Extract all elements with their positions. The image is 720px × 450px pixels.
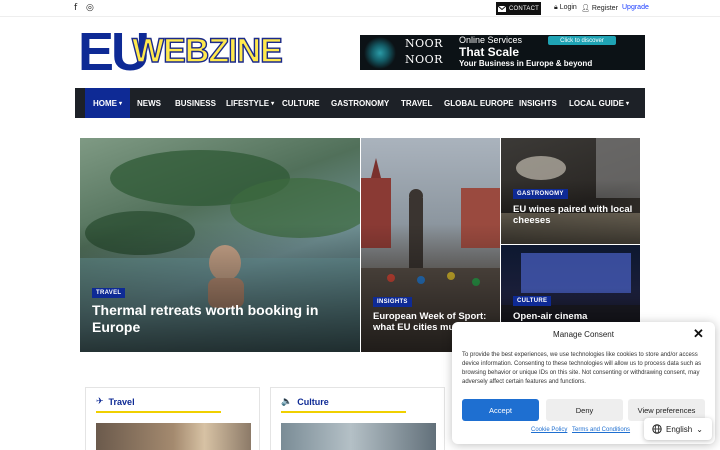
card-title-label: Culture <box>297 397 329 407</box>
terms-link[interactable]: Terms and Conditions <box>572 427 630 433</box>
ad-cta-button[interactable]: Click to discover <box>548 36 616 45</box>
nav-global-europe[interactable]: GLOBAL EUROPE <box>444 88 514 118</box>
lock-icon: 🔒︎ <box>554 4 558 11</box>
consent-title: Manage Consent <box>553 330 614 339</box>
globe-icon <box>652 424 662 434</box>
nav-insights[interactable]: INSIGHTS <box>519 88 557 118</box>
ad-artwork <box>360 35 402 70</box>
nav-label: LOCAL GUIDE <box>569 98 624 108</box>
language-label: English <box>666 424 693 434</box>
nav-label: GASTRONOMY <box>331 98 390 108</box>
login-label: Login <box>559 4 577 11</box>
nav-label: CULTURE <box>282 98 320 108</box>
nav-travel[interactable]: TRAVEL <box>401 88 432 118</box>
logo-webzine: WEBZINE <box>131 32 283 70</box>
category-badge[interactable]: INSIGHTS <box>373 297 412 307</box>
hero-main-tile[interactable]: TRAVEL Thermal retreats worth booking in… <box>80 138 360 352</box>
nav-label: TRAVEL <box>401 98 433 108</box>
nav-label: HOME <box>93 98 117 108</box>
ad-brand-line1: NOOR <box>405 37 443 50</box>
nav-culture[interactable]: CULTURE <box>282 88 320 118</box>
nav-label: BUSINESS <box>175 98 216 108</box>
nav-label: NEWS <box>137 98 161 108</box>
nav-home[interactable]: HOME ▾ <box>85 88 131 118</box>
nav-lifestyle[interactable]: LIFESTYLE ▾ <box>226 88 274 118</box>
mail-icon <box>498 5 507 12</box>
card-underline <box>281 411 406 413</box>
nav-news[interactable]: NEWS <box>137 88 161 118</box>
card-title[interactable]: 🔈 Culture <box>281 397 329 407</box>
nav-label: LIFESTYLE <box>226 98 270 108</box>
card-image[interactable] <box>96 423 251 450</box>
hero-bottom-right-headline[interactable]: Open-air cinema <box>513 311 635 322</box>
ad-line2: That Scale <box>459 45 520 59</box>
user-icon: 👤︎ <box>581 5 590 12</box>
card-underline <box>96 411 221 413</box>
hero-top-right-headline[interactable]: EU wines paired with local cheeses <box>513 204 635 227</box>
category-badge[interactable]: TRAVEL <box>92 288 126 298</box>
section-card-culture: 🔈 Culture <box>270 387 445 450</box>
nav-label: GLOBAL EUROPE <box>444 98 514 108</box>
facebook-icon[interactable]: f <box>74 3 77 13</box>
contact-label: CONTACT <box>509 5 539 12</box>
upgrade-link[interactable]: Upgrade <box>622 4 649 11</box>
card-image[interactable] <box>281 423 436 450</box>
login-link[interactable]: 🔒︎ Login <box>554 4 577 12</box>
deny-button[interactable]: Deny <box>546 399 623 421</box>
register-link[interactable]: 👤︎ Register <box>581 4 618 12</box>
card-title[interactable]: ✈ Travel <box>96 397 135 407</box>
instagram-icon[interactable]: ◎ <box>86 3 94 13</box>
ad-line3: Your Business in Europe & beyond <box>459 59 593 68</box>
accept-button[interactable]: Accept <box>462 399 539 421</box>
register-label: Register <box>591 5 618 12</box>
speaker-icon: 🔈 <box>281 397 293 407</box>
hero-middle-tile[interactable]: INSIGHTS European Week of Sport: what EU… <box>361 138 500 352</box>
hero-top-right-tile[interactable]: GASTRONOMY EU wines paired with local ch… <box>501 138 640 244</box>
category-badge[interactable]: CULTURE <box>513 296 552 306</box>
chevron-down-icon: ▾ <box>119 100 123 107</box>
contact-button[interactable]: CONTACT <box>496 2 541 15</box>
close-icon[interactable]: ✕ <box>693 326 704 342</box>
ad-brand-line2: NOOR <box>405 53 443 66</box>
category-badge[interactable]: GASTRONOMY <box>513 189 568 199</box>
top-bar: f ◎ CONTACT 🔒︎ Login 👤︎ Register Upgrade <box>0 0 720 17</box>
cookie-policy-link[interactable]: Cookie Policy <box>531 427 567 433</box>
nav-label: INSIGHTS <box>519 98 557 108</box>
nav-local-guide[interactable]: LOCAL GUIDE ▾ <box>569 88 629 118</box>
ad-line1: Online Services <box>459 35 523 45</box>
nav-business[interactable]: BUSINESS <box>175 88 216 118</box>
section-card-travel: ✈ Travel <box>85 387 260 450</box>
main-nav: HOME ▾ NEWS BUSINESS LIFESTYLE ▾ CULTURE G… <box>75 88 645 118</box>
card-title-label: Travel <box>108 397 135 407</box>
nav-gastronomy[interactable]: GASTRONOMY <box>331 88 389 118</box>
language-switcher[interactable]: English ⌄ <box>644 418 712 440</box>
consent-body: To provide the best experiences, we use … <box>462 352 702 385</box>
plane-icon: ✈ <box>96 397 104 407</box>
chevron-down-icon: ▾ <box>625 100 629 107</box>
chevron-down-icon: ⌄ <box>696 424 703 434</box>
hero-main-headline[interactable]: Thermal retreats worth booking in Europe <box>92 302 342 336</box>
chevron-down-icon: ▾ <box>271 100 275 107</box>
